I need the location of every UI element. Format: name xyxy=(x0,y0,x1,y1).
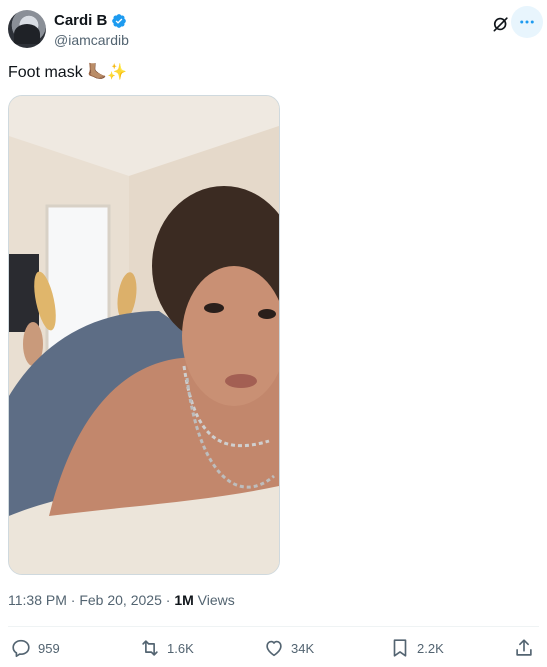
handle[interactable]: @iamcardib xyxy=(54,32,129,48)
tweet-date[interactable]: Feb 20, 2025 xyxy=(79,592,162,608)
name-row: Cardi B xyxy=(54,12,127,29)
meta-separator: · xyxy=(161,592,175,608)
heart-icon xyxy=(266,640,282,657)
foot-emoji: 🦶🏽 xyxy=(87,64,108,81)
display-name[interactable]: Cardi B xyxy=(54,12,107,29)
tweet-text: Foot mask 🦶🏽✨ xyxy=(8,63,127,83)
repost-button[interactable]: 1.6K xyxy=(139,637,194,659)
repost-count: 1.6K xyxy=(167,640,194,656)
more-icon xyxy=(520,20,534,24)
repost-icon xyxy=(142,640,158,656)
tweet-body: Foot mask xyxy=(8,64,83,81)
tweet-time[interactable]: 11:38 PM xyxy=(8,592,67,608)
action-bar: 959 1.6K 34K 2.2K xyxy=(8,637,539,661)
like-button[interactable]: 34K xyxy=(263,637,314,659)
meta-separator: · xyxy=(66,592,80,608)
reply-icon xyxy=(12,639,30,658)
verified-badge-icon[interactable] xyxy=(111,13,127,29)
bookmark-button[interactable]: 2.2K xyxy=(389,637,444,659)
reply-count: 959 xyxy=(38,640,60,656)
tweet-meta: 11:38 PM · Feb 20, 2025 · 1M Views xyxy=(8,592,235,608)
share-button[interactable] xyxy=(513,637,535,659)
views-label: Views xyxy=(193,592,235,608)
bookmark-count: 2.2K xyxy=(417,640,444,656)
grok-icon[interactable] xyxy=(491,14,511,34)
more-button[interactable] xyxy=(511,6,543,38)
views-count: 1M xyxy=(174,592,194,608)
tweet-header: Cardi B @iamcardib xyxy=(8,6,543,52)
tweet-media-photo[interactable] xyxy=(8,95,280,575)
divider xyxy=(8,626,539,627)
bookmark-icon xyxy=(393,639,407,657)
sparkles-emoji: ✨ xyxy=(107,64,127,81)
reply-button[interactable]: 959 xyxy=(10,637,60,659)
like-count: 34K xyxy=(291,640,315,656)
avatar[interactable] xyxy=(8,10,46,48)
share-icon xyxy=(516,639,532,656)
